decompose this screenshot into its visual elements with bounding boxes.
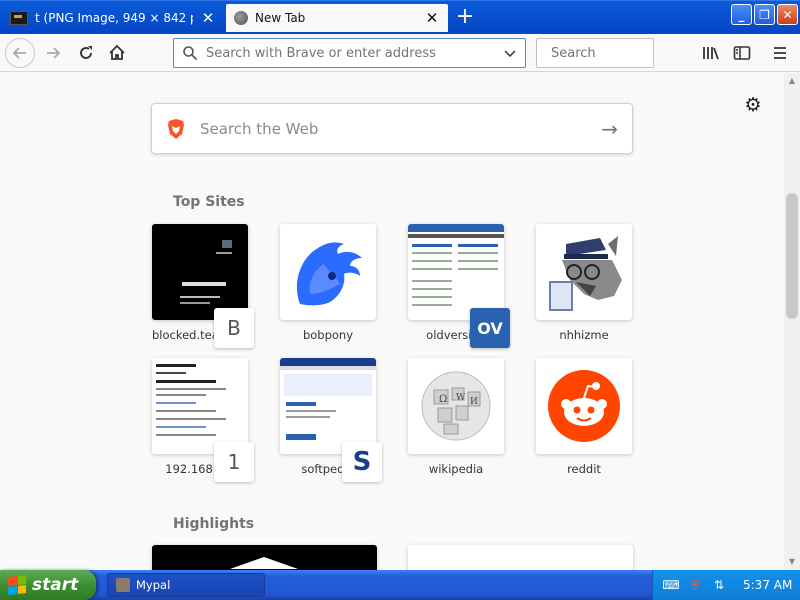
sidebar-icon xyxy=(733,46,751,60)
minimize-button[interactable]: _ xyxy=(731,4,752,25)
reload-button[interactable] xyxy=(72,39,100,67)
wolf-mascot-icon xyxy=(536,224,632,320)
hamburger-menu-icon xyxy=(774,47,786,59)
address-bar[interactable] xyxy=(173,38,526,68)
taskbar: start Mypal ⌨ ⛨ ⇅ 5:37 AM xyxy=(0,570,800,600)
site-screenshot-icon xyxy=(408,224,504,320)
keyboard-icon[interactable]: ⌨ xyxy=(662,578,679,592)
site-label: wikipedia xyxy=(428,462,484,476)
maximize-button[interactable]: ❐ xyxy=(754,4,775,25)
top-site-tile[interactable]: reddit xyxy=(536,358,632,476)
newtab-page: ⚙ → Top Sites B blocked.teams.clo... xyxy=(0,73,784,570)
site-letter-badge: B xyxy=(214,308,254,348)
svg-text:W: W xyxy=(456,393,466,403)
site-label: reddit xyxy=(567,462,601,476)
top-site-tile[interactable]: bobpony xyxy=(280,224,376,342)
taskbar-item-label: Mypal xyxy=(136,578,171,592)
forward-arrow-icon xyxy=(47,47,61,59)
tab-png-image[interactable]: t (PNG Image, 949 × 842 pixels) ✕ xyxy=(2,4,224,32)
top-sites-heading: Top Sites xyxy=(173,194,245,210)
highlight-card[interactable] xyxy=(408,545,633,570)
site-screenshot-icon xyxy=(152,224,248,320)
back-button[interactable] xyxy=(5,38,35,68)
svg-text:И: И xyxy=(470,397,478,407)
search-input[interactable] xyxy=(551,45,721,61)
site-screenshot-icon xyxy=(152,358,248,454)
library-button[interactable] xyxy=(697,39,725,67)
mypal-app-icon xyxy=(116,578,130,592)
site-thumbnail xyxy=(536,224,632,320)
forward-button[interactable] xyxy=(39,39,67,67)
taskbar-item-mypal[interactable]: Mypal xyxy=(107,573,265,597)
top-site-tile[interactable]: S softpedia xyxy=(280,358,382,482)
search-bar[interactable] xyxy=(536,38,721,68)
menu-button[interactable] xyxy=(766,39,794,67)
reddit-alien-icon xyxy=(536,358,632,454)
new-tab-button[interactable]: + xyxy=(454,6,476,29)
site-thumbnail xyxy=(536,358,632,454)
top-site-tile[interactable]: OV oldversion xyxy=(408,224,510,348)
search-icon xyxy=(183,46,198,61)
image-favicon-icon xyxy=(10,11,28,25)
site-thumbnail xyxy=(152,358,248,454)
close-tab-icon[interactable]: ✕ xyxy=(424,9,440,27)
top-site-tile[interactable]: nhhizme xyxy=(536,224,632,342)
brave-logo-icon xyxy=(168,118,184,139)
network-icon[interactable]: ⇅ xyxy=(711,578,727,592)
top-site-tile[interactable]: 1 192.168.1.1 xyxy=(152,358,254,482)
navigation-toolbar xyxy=(0,34,800,72)
close-tab-icon[interactable]: ✕ xyxy=(200,9,216,27)
sidebar-button[interactable] xyxy=(728,39,756,67)
back-arrow-icon xyxy=(12,47,26,59)
site-thumbnail xyxy=(280,224,376,320)
close-window-button[interactable]: ✕ xyxy=(777,4,798,25)
system-tray: ⌨ ⛨ ⇅ 5:37 AM xyxy=(652,570,800,600)
site-thumbnail: Ω W И xyxy=(408,358,504,454)
tab-title: New Tab xyxy=(255,11,306,25)
site-label: bobpony xyxy=(302,328,354,342)
vertical-scrollbar[interactable]: ▲ ▼ xyxy=(784,73,800,570)
wikipedia-globe-icon: Ω W И xyxy=(408,358,504,454)
pony-logo-icon xyxy=(280,224,376,320)
top-site-tile[interactable]: Ω W И wikipedia xyxy=(408,358,504,476)
site-screenshot-icon xyxy=(280,358,376,454)
top-site-tile[interactable]: B blocked.teams.clo... xyxy=(152,224,254,348)
home-button[interactable] xyxy=(103,39,131,67)
site-thumbnail xyxy=(408,224,504,320)
clock: 5:37 AM xyxy=(743,578,793,592)
tab-title: t (PNG Image, 949 × 842 pixels) xyxy=(35,11,193,25)
library-icon xyxy=(703,47,719,60)
scroll-down-arrow-icon[interactable]: ▼ xyxy=(784,554,800,570)
site-letter-badge: 1 xyxy=(214,442,254,482)
softpedia-logo-icon: S xyxy=(342,442,382,482)
highlight-card[interactable] xyxy=(152,545,377,570)
site-label: nhhizme xyxy=(559,328,609,342)
highlights-heading: Highlights xyxy=(173,516,255,532)
windows-logo-icon xyxy=(8,575,26,595)
newtab-favicon-icon xyxy=(234,11,248,25)
svg-text:Ω: Ω xyxy=(439,394,447,405)
start-label: start xyxy=(32,575,79,595)
arrow-right-icon[interactable]: → xyxy=(601,117,618,141)
tab-new-tab[interactable]: New Tab ✕ xyxy=(226,4,448,32)
scroll-up-arrow-icon[interactable]: ▲ xyxy=(784,73,800,89)
home-icon xyxy=(109,44,125,60)
reload-icon xyxy=(80,46,92,59)
address-input[interactable] xyxy=(206,45,495,61)
web-search-box[interactable]: → xyxy=(151,103,633,154)
tab-strip: t (PNG Image, 949 × 842 pixels) ✕ New Ta… xyxy=(0,0,800,34)
web-search-input[interactable] xyxy=(200,119,588,138)
gear-icon[interactable]: ⚙ xyxy=(743,95,763,115)
security-shield-icon[interactable]: ⛨ xyxy=(687,578,703,592)
oldversion-logo-icon: OV xyxy=(470,308,510,348)
site-thumbnail xyxy=(152,224,248,320)
start-button[interactable]: start xyxy=(0,570,96,600)
site-thumbnail xyxy=(280,358,376,454)
scroll-thumb[interactable] xyxy=(786,193,798,319)
chevron-down-icon[interactable] xyxy=(503,46,517,60)
